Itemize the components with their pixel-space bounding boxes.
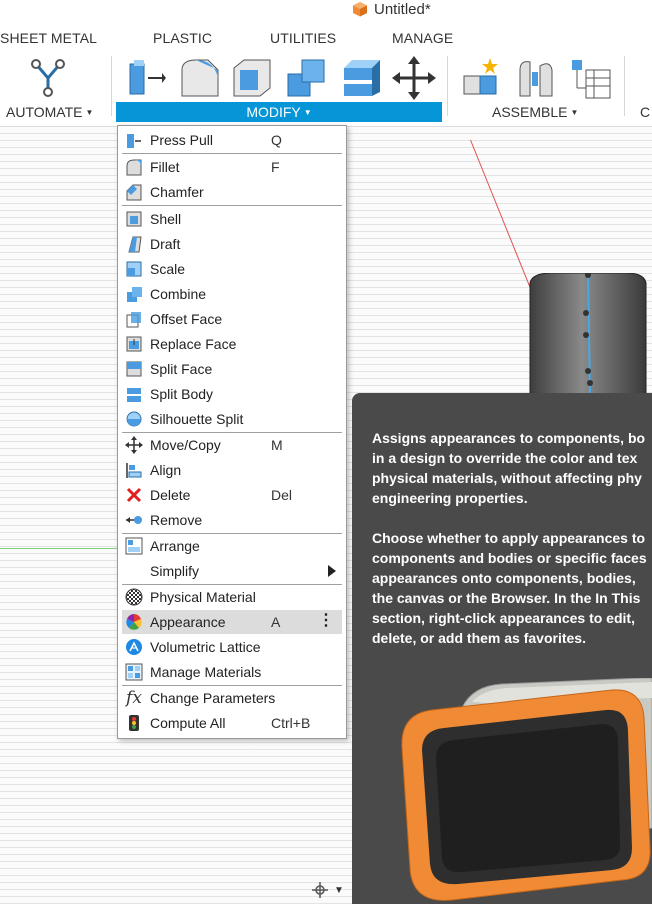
menu-item-scale[interactable]: Scale [122,257,342,281]
split-body-tool-icon[interactable] [340,56,384,100]
tooltip-instructions: Choose whether to apply appearances to c… [372,530,647,646]
new-component-tool-icon[interactable] [460,56,504,100]
automate-dropdown[interactable]: AUTOMATE ▼ [6,104,93,120]
change-parameters-icon: fx [126,688,142,708]
combine-icon [124,284,144,304]
menu-item-appearance[interactable]: Appearance A ⋮ [122,610,342,634]
menu-item-offset-face[interactable]: Offset Face [122,307,342,331]
menu-item-press-pull[interactable]: Press Pull Q [122,128,342,152]
menu-item-change-parameters[interactable]: fx Change Parameters [122,686,342,710]
automate-icon[interactable] [26,56,70,100]
fillet-tool-icon[interactable] [178,56,222,100]
construct-dropdown-truncated[interactable]: C [640,104,650,120]
chamfer-icon [124,182,144,202]
press-pull-tool-icon[interactable] [124,56,168,100]
toolbar-ribbon: SHEET METAL PLASTIC UTILITIES MANAGE AUT… [0,22,652,127]
menu-item-simplify[interactable]: Simplify [122,559,342,583]
menu-item-manage-materials[interactable]: Manage Materials [122,660,342,684]
assemble-label: ASSEMBLE [492,104,568,120]
menu-divider [122,153,342,154]
fillet-icon [124,157,144,177]
align-icon [124,460,144,480]
combine-tool-icon[interactable] [284,56,328,100]
compute-all-icon [124,713,144,733]
modify-menu: Press Pull Q Fillet F Chamfer Shell Draf… [117,125,347,739]
menu-item-remove[interactable]: Remove [122,508,342,532]
window-title: Untitled* [352,0,431,18]
caret-down-icon: ▼ [570,107,579,117]
tooltip-illustration [401,678,652,901]
automate-label: AUTOMATE [6,104,83,120]
ribbon-separator [111,56,112,116]
menu-divider [122,205,342,206]
menu-item-delete[interactable]: Delete Del [122,483,342,507]
manage-materials-icon [124,662,144,682]
tab-utilities[interactable]: UTILITIES [270,30,336,46]
silhouette-split-icon [124,409,144,429]
ribbon-separator [624,56,625,116]
split-body-icon [124,384,144,404]
submenu-arrow-icon [328,565,336,577]
shell-tool-icon[interactable] [230,56,274,100]
tab-plastic[interactable]: PLASTIC [153,30,212,46]
menu-item-volumetric-lattice[interactable]: Volumetric Lattice [122,635,342,659]
press-pull-icon [124,130,144,150]
menu-item-split-body[interactable]: Split Body [122,382,342,406]
orange-cube-icon [353,2,367,17]
replace-face-icon [124,334,144,354]
title-bar: Untitled* [0,0,652,22]
menu-item-move-copy[interactable]: Move/Copy M [122,433,342,457]
navigation-tool[interactable]: ▼ [310,880,346,900]
offset-face-icon [124,309,144,329]
more-options-icon[interactable]: ⋮ [318,613,334,629]
modify-dropdown[interactable]: MODIFY ▼ [116,102,442,122]
tab-manage[interactable]: MANAGE [392,30,453,46]
menu-item-shell[interactable]: Shell [122,207,342,231]
scale-icon [124,259,144,279]
menu-item-fillet[interactable]: Fillet F [122,155,342,179]
menu-item-replace-face[interactable]: Replace Face [122,332,342,356]
caret-down-icon: ▼ [334,884,344,896]
bill-of-materials-tool-icon[interactable] [568,56,612,100]
delete-icon [124,485,144,505]
menu-item-arrange[interactable]: Arrange [122,534,342,558]
draft-icon [124,234,144,254]
menu-item-chamfer[interactable]: Chamfer [122,180,342,204]
volumetric-lattice-icon [124,637,144,657]
move-copy-icon [124,435,144,455]
caret-down-icon: ▼ [85,107,94,117]
window-title-text: Untitled* [374,0,431,18]
assemble-dropdown[interactable]: ASSEMBLE ▼ [492,104,578,120]
construct-label: C [640,104,651,120]
menu-item-align[interactable]: Align [122,458,342,482]
menu-item-silhouette-split[interactable]: Silhouette Split [122,407,342,431]
y-axis-line [0,548,120,549]
modify-label: MODIFY [246,104,301,120]
shell-icon [124,209,144,229]
menu-item-draft[interactable]: Draft [122,232,342,256]
remove-icon [124,510,144,530]
split-face-icon [124,359,144,379]
appearance-icon [124,612,144,632]
tab-sheet-metal[interactable]: SHEET METAL [0,30,97,46]
tooltip-description: Assigns appearances to components, bo in… [372,430,646,506]
menu-item-physical-material[interactable]: Physical Material [122,585,342,609]
menu-item-combine[interactable]: Combine [122,282,342,306]
caret-down-icon: ▼ [303,107,312,117]
appearance-tooltip: Assigns appearances to components, bo in… [352,393,652,904]
orbit-pan-icon [312,882,328,898]
arrange-icon [124,536,144,556]
physical-material-icon [124,587,144,607]
joint-tool-icon[interactable] [514,56,558,100]
model-body-preview [529,273,647,403]
menu-item-compute-all[interactable]: Compute All Ctrl+B [122,711,342,735]
menu-item-split-face[interactable]: Split Face [122,357,342,381]
move-copy-tool-icon[interactable] [392,56,436,100]
ribbon-separator [447,56,448,116]
